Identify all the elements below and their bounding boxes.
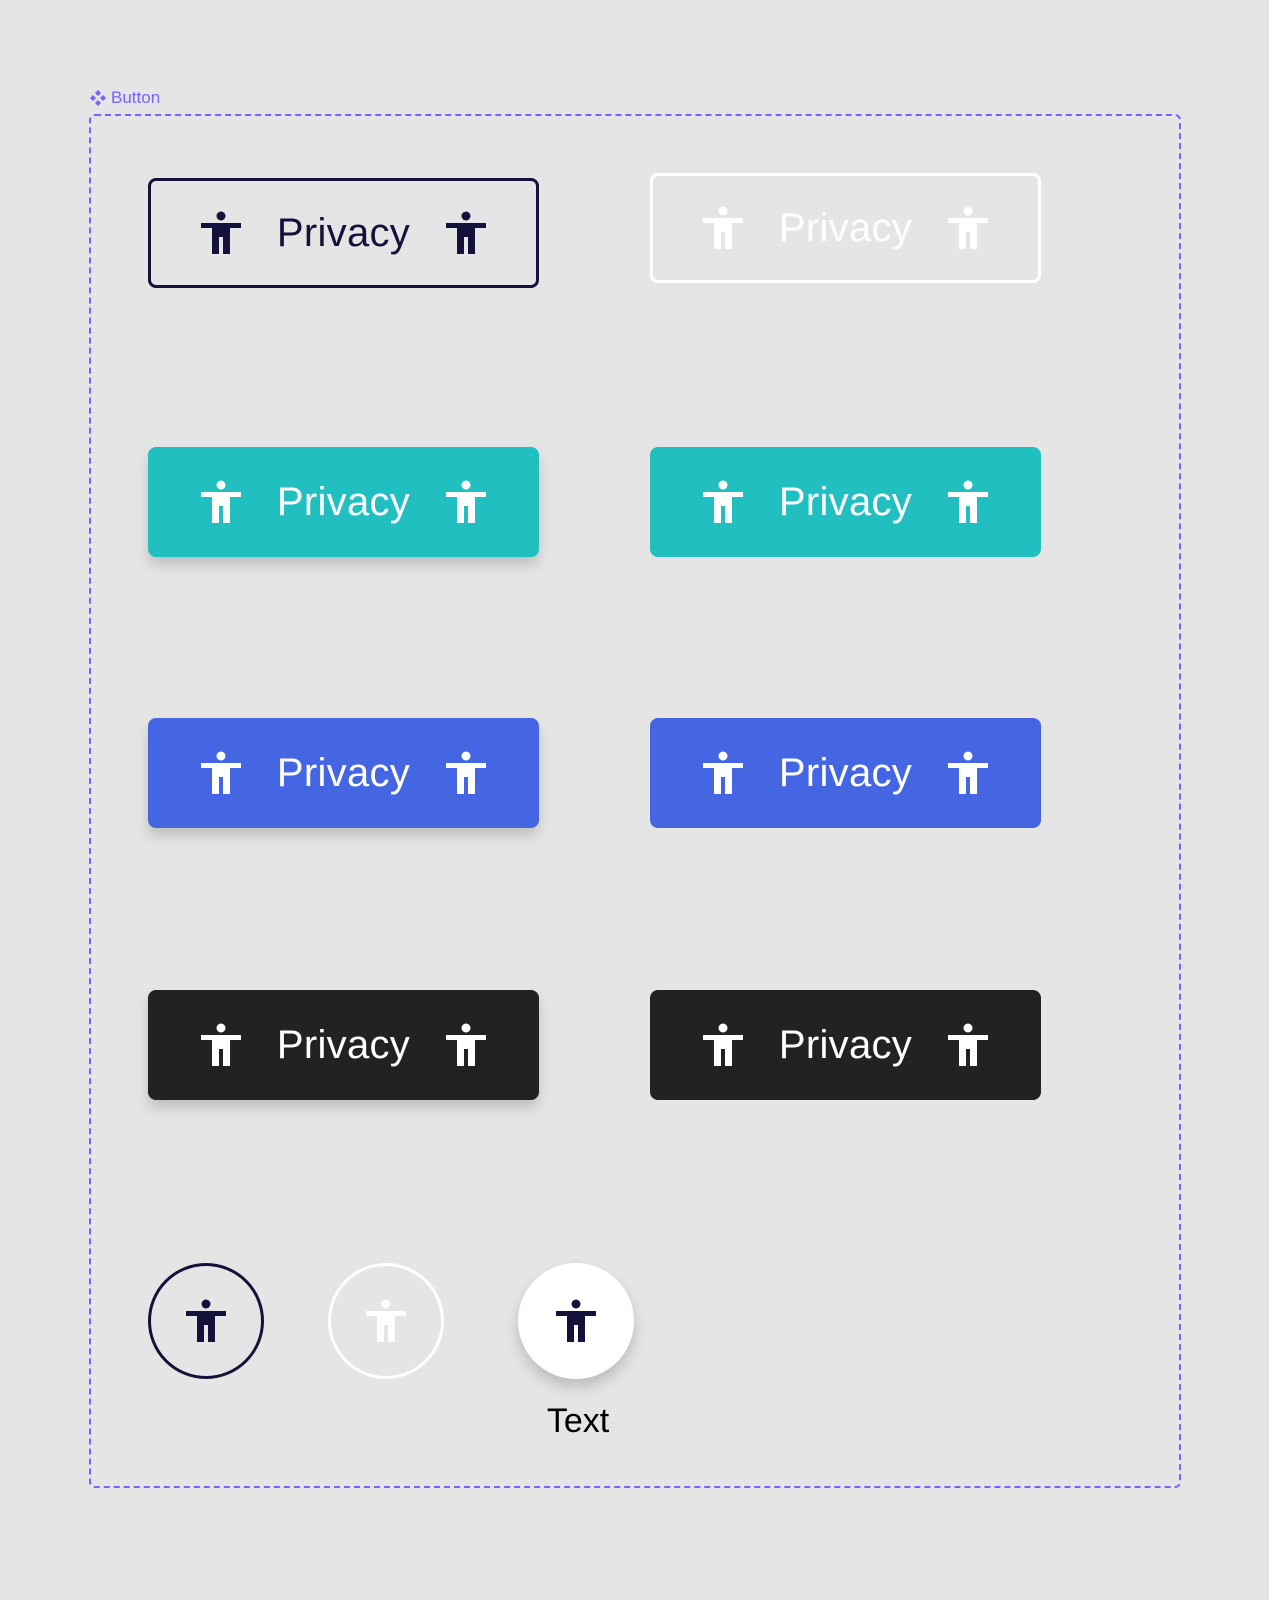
accessibility-person-icon — [200, 751, 241, 794]
accessibility-person-icon — [186, 1299, 226, 1342]
button-label: Privacy — [276, 479, 411, 524]
component-icon — [90, 90, 106, 106]
button-label: Privacy — [778, 205, 913, 250]
privacy-button-teal-elevated[interactable]: Privacy — [148, 447, 539, 557]
accessibility-person-icon — [200, 480, 241, 523]
accessibility-person-icon — [948, 751, 989, 794]
button-label: Privacy — [778, 750, 913, 795]
accessibility-person-icon — [948, 1023, 989, 1066]
accessibility-person-icon — [702, 1023, 743, 1066]
privacy-button-outline-dark[interactable]: Privacy — [148, 178, 539, 288]
icon-button-caption: Text — [546, 1402, 610, 1440]
accessibility-person-icon — [702, 480, 743, 523]
accessibility-person-icon — [446, 211, 487, 254]
button-label: Privacy — [778, 1022, 913, 1067]
accessibility-person-icon — [446, 480, 487, 523]
accessibility-person-icon — [702, 206, 743, 249]
frame-label-text: Button — [111, 88, 161, 107]
privacy-button-blue-elevated[interactable]: Privacy — [148, 718, 539, 828]
accessibility-person-icon — [948, 480, 989, 523]
privacy-button-outline-light[interactable]: Privacy — [650, 173, 1041, 283]
accessibility-person-icon — [446, 1023, 487, 1066]
icon-button-outline-light[interactable] — [328, 1263, 444, 1379]
privacy-button-teal-flat[interactable]: Privacy — [650, 447, 1041, 557]
privacy-button-black-elevated[interactable]: Privacy — [148, 990, 539, 1100]
privacy-button-black-flat[interactable]: Privacy — [650, 990, 1041, 1100]
button-label: Privacy — [276, 750, 411, 795]
accessibility-person-icon — [200, 211, 241, 254]
accessibility-person-icon — [556, 1299, 596, 1342]
privacy-button-blue-flat[interactable]: Privacy — [650, 718, 1041, 828]
accessibility-person-icon — [366, 1299, 406, 1342]
button-label: Privacy — [276, 210, 411, 255]
accessibility-person-icon — [702, 751, 743, 794]
accessibility-person-icon — [948, 206, 989, 249]
frame-label: Button — [89, 88, 160, 108]
icon-button-white-elevated[interactable] — [518, 1263, 634, 1379]
button-label: Privacy — [276, 1022, 411, 1067]
button-label: Privacy — [778, 479, 913, 524]
accessibility-person-icon — [446, 751, 487, 794]
icon-button-outline-dark[interactable] — [148, 1263, 264, 1379]
accessibility-person-icon — [200, 1023, 241, 1066]
